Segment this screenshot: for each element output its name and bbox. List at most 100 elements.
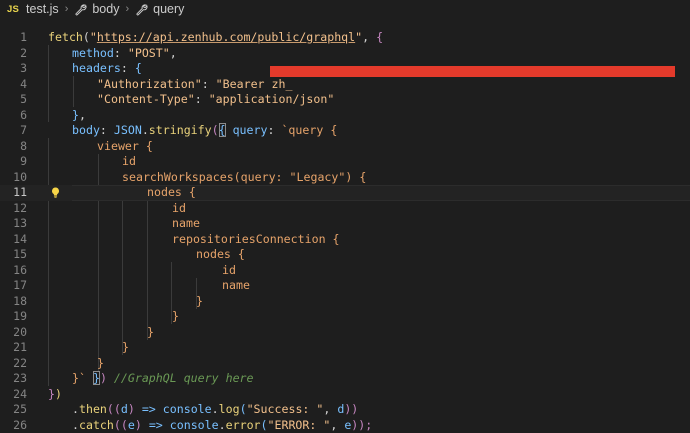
code-token bbox=[226, 123, 233, 137]
line-number: 23 bbox=[0, 371, 27, 387]
code-comment: //GraphQL query here bbox=[114, 371, 254, 385]
code-token: ) bbox=[55, 387, 62, 401]
code-line: 19 } bbox=[0, 309, 690, 325]
code-token bbox=[86, 371, 93, 385]
code-token: { bbox=[219, 123, 226, 137]
code-token: } bbox=[48, 387, 55, 401]
code-text: } bbox=[97, 356, 104, 372]
code-text: headers: { bbox=[72, 61, 142, 77]
code-token: "ERROR: " bbox=[268, 418, 331, 432]
code-text: body: JSON.stringify({ query: `query { bbox=[72, 123, 337, 139]
code-token: , bbox=[79, 108, 86, 122]
line-number: 22 bbox=[0, 356, 27, 372]
line-number: 16 bbox=[0, 263, 27, 279]
code-line: 22 } bbox=[0, 356, 690, 372]
line-number: 7 bbox=[0, 123, 27, 139]
code-token: headers bbox=[72, 61, 121, 75]
line-number: 20 bbox=[0, 325, 27, 341]
code-text: id bbox=[122, 154, 136, 170]
code-editor[interactable]: 1 fetch("https://api.zenhub.com/public/g… bbox=[0, 30, 690, 423]
code-token: "POST" bbox=[128, 46, 170, 60]
code-token: (( bbox=[107, 402, 121, 416]
code-token: => bbox=[149, 418, 163, 432]
breadcrumb-body-label: body bbox=[92, 2, 119, 16]
code-line: 16 id bbox=[0, 263, 690, 279]
code-token: . bbox=[72, 402, 79, 416]
code-line: 20 } bbox=[0, 325, 690, 341]
code-token: catch bbox=[79, 418, 114, 432]
code-token bbox=[156, 402, 163, 416]
wrench-icon bbox=[74, 3, 87, 16]
code-token: e bbox=[128, 418, 135, 432]
code-line: 12 id bbox=[0, 201, 690, 217]
code-text: searchWorkspaces(query: "Legacy") { bbox=[122, 170, 366, 186]
code-link[interactable]: https://api.zenhub.com/public/graphql bbox=[97, 30, 355, 44]
line-number: 8 bbox=[0, 139, 27, 155]
code-text: .then((d) => console.log("Success: ", d)… bbox=[72, 402, 358, 418]
code-token: { bbox=[376, 30, 383, 44]
line-number: 1 bbox=[0, 30, 27, 46]
breadcrumb-file[interactable]: test.js bbox=[26, 2, 59, 16]
code-token: method bbox=[72, 46, 114, 60]
code-text: repositoriesConnection { bbox=[172, 232, 340, 248]
code-line: 14 repositoriesConnection { bbox=[0, 232, 690, 248]
code-token: : bbox=[202, 77, 216, 91]
code-line: 23 }` }) //GraphQL query here bbox=[0, 371, 690, 387]
code-token: "Bearer zh_ bbox=[216, 77, 293, 91]
code-token: ( bbox=[83, 30, 90, 44]
lightbulb-icon[interactable] bbox=[50, 187, 61, 198]
code-token: : bbox=[121, 61, 135, 75]
code-token: => bbox=[142, 402, 156, 416]
line-number: 6 bbox=[0, 108, 27, 124]
code-text: } bbox=[196, 294, 203, 310]
code-token: then bbox=[79, 402, 107, 416]
code-token: } bbox=[93, 371, 100, 385]
line-number: 14 bbox=[0, 232, 27, 248]
code-line-current: 11 nodes { bbox=[0, 185, 690, 201]
code-line: 21 } bbox=[0, 340, 690, 356]
code-line: 15 nodes { bbox=[0, 247, 690, 263]
code-line: 6 }, bbox=[0, 108, 690, 124]
code-text: }) bbox=[48, 387, 62, 403]
line-number: 12 bbox=[0, 201, 27, 217]
code-token bbox=[163, 418, 170, 432]
code-token: "application/json" bbox=[209, 92, 335, 106]
code-line: 25 .then((d) => console.log("Success: ",… bbox=[0, 402, 690, 418]
code-line: 7 body: JSON.stringify({ query: `query { bbox=[0, 123, 690, 139]
code-token: , bbox=[170, 46, 177, 60]
code-token: ) bbox=[100, 371, 107, 385]
code-line: 24 }) bbox=[0, 387, 690, 403]
code-token: " bbox=[90, 30, 97, 44]
code-token: stringify bbox=[149, 123, 212, 137]
code-line: 8 viewer { bbox=[0, 139, 690, 155]
javascript-file-icon: JS bbox=[7, 4, 19, 15]
code-text: .catch((e) => console.error("ERROR: ", e… bbox=[72, 418, 372, 433]
code-token: ) bbox=[128, 402, 142, 416]
code-token: ( bbox=[261, 418, 268, 432]
code-token: { bbox=[135, 61, 142, 75]
code-token: . bbox=[219, 418, 226, 432]
line-number: 9 bbox=[0, 154, 27, 170]
code-text: "Content-Type": "application/json" bbox=[97, 92, 334, 108]
code-token: , bbox=[323, 402, 337, 416]
code-token: query bbox=[233, 123, 268, 137]
code-text: } bbox=[122, 340, 129, 356]
code-token: fetch bbox=[48, 30, 83, 44]
line-number: 4 bbox=[0, 77, 27, 93]
breadcrumb-symbol-body[interactable]: body bbox=[74, 2, 119, 16]
code-text: nodes { bbox=[196, 247, 245, 263]
breadcrumb-symbol-query[interactable]: query bbox=[135, 2, 184, 16]
code-token: console bbox=[163, 402, 212, 416]
code-text: } bbox=[172, 309, 179, 325]
code-line: 17 name bbox=[0, 278, 690, 294]
wrench-icon bbox=[135, 3, 148, 16]
code-text: }, bbox=[72, 108, 86, 124]
code-line: 13 name bbox=[0, 216, 690, 232]
code-token: console bbox=[170, 418, 219, 432]
code-token: body bbox=[72, 123, 100, 137]
code-token: : bbox=[267, 123, 281, 137]
code-line: 26 .catch((e) => console.error("ERROR: "… bbox=[0, 418, 690, 433]
code-token: : bbox=[100, 123, 114, 137]
code-token: (( bbox=[114, 418, 128, 432]
code-line: 10 searchWorkspaces(query: "Legacy") { bbox=[0, 170, 690, 186]
